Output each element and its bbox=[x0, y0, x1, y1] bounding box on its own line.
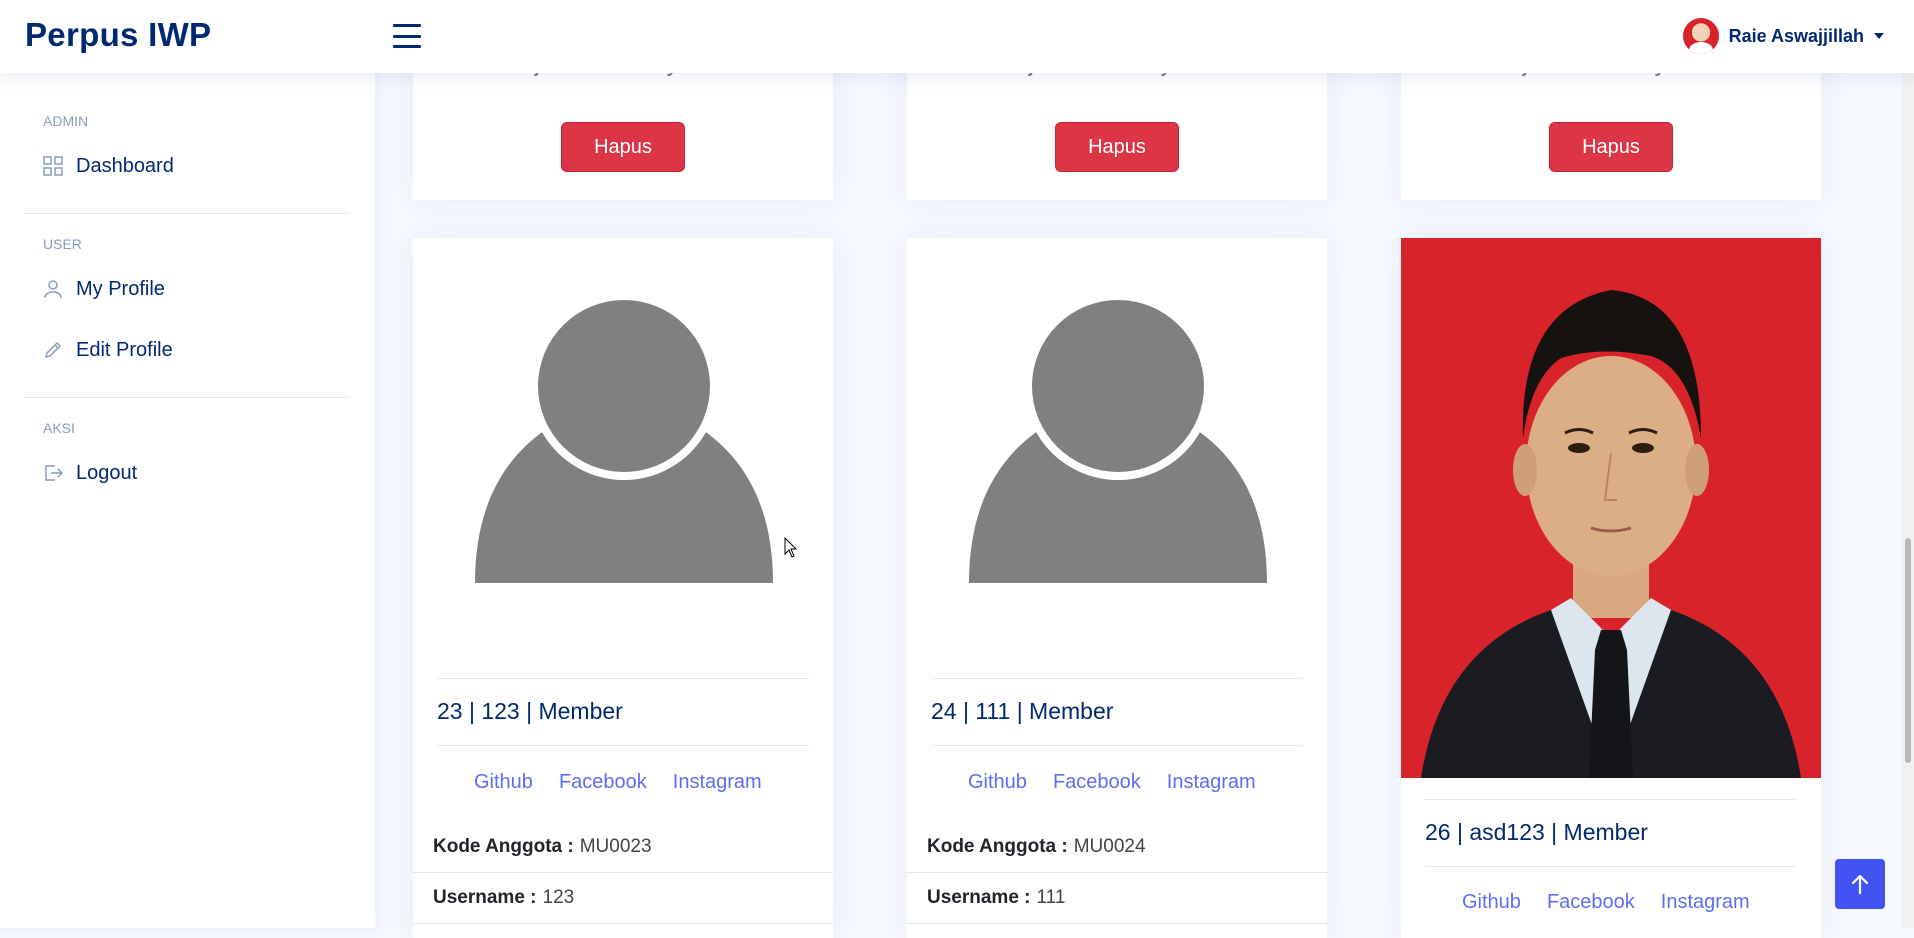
sidebar-item-label: Logout bbox=[76, 461, 138, 484]
member-card: 26 | asd123 | Member Github Facebook Ins… bbox=[1401, 238, 1821, 938]
github-link[interactable]: Github bbox=[968, 771, 1027, 794]
avatar bbox=[1682, 18, 1719, 54]
member-card-top-3: Member Sejak : 14 January 2023 Hapus bbox=[1401, 60, 1821, 200]
sidebar-item-label: My Profile bbox=[76, 277, 165, 300]
sidebar-item-my-profile[interactable]: My Profile bbox=[42, 272, 165, 306]
divider bbox=[25, 213, 350, 214]
member-title: 24 | 111 | Member bbox=[931, 698, 1114, 724]
sidebar-item-dashboard[interactable]: Dashboard bbox=[42, 149, 174, 183]
chevron-down-icon bbox=[1874, 33, 1884, 39]
member-photo bbox=[1401, 238, 1821, 778]
brand-logo[interactable]: Perpus IWP bbox=[25, 16, 211, 54]
user-menu[interactable]: Raie Aswajjillah bbox=[1682, 12, 1884, 60]
member-title: 23 | 123 | Member bbox=[437, 698, 623, 724]
nav-heading-aksi: AKSI bbox=[43, 420, 75, 436]
facebook-link[interactable]: Facebook bbox=[559, 771, 647, 794]
github-link[interactable]: Github bbox=[1462, 891, 1521, 914]
member-card: 23 | 123 | Member Github Facebook Instag… bbox=[413, 238, 833, 938]
scrollbar-thumb[interactable] bbox=[1905, 538, 1911, 763]
facebook-link[interactable]: Facebook bbox=[1053, 771, 1141, 794]
nav-heading-admin: ADMIN bbox=[43, 113, 89, 129]
logout-icon bbox=[42, 462, 64, 484]
person-icon bbox=[42, 278, 64, 300]
grid-icon bbox=[42, 155, 64, 177]
kode-anggota-label: Kode Anggota : bbox=[433, 836, 574, 857]
kode-anggota-row: Kode Anggota : MU0023 bbox=[413, 822, 833, 873]
instagram-link[interactable]: Instagram bbox=[1167, 771, 1256, 794]
header: Perpus IWP Raie Aswajjillah bbox=[0, 0, 1914, 73]
hamburger-icon-line bbox=[393, 24, 421, 27]
divider bbox=[931, 678, 1303, 679]
divider bbox=[437, 678, 809, 679]
social-links: Github Facebook Instagram bbox=[1462, 891, 1750, 914]
sidebar-toggle-button[interactable] bbox=[393, 24, 421, 48]
mouse-cursor-icon bbox=[784, 537, 798, 558]
kode-anggota-value: MU0023 bbox=[579, 836, 652, 857]
username-label: Username : bbox=[927, 887, 1031, 908]
sidebar-item-label: Dashboard bbox=[76, 154, 174, 177]
social-links: Github Facebook Instagram bbox=[474, 771, 762, 794]
instagram-link[interactable]: Instagram bbox=[673, 771, 762, 794]
divider bbox=[437, 745, 809, 746]
username-row: Username : 111 bbox=[907, 873, 1327, 924]
github-link[interactable]: Github bbox=[474, 771, 533, 794]
kode-anggota-value: MU0024 bbox=[1073, 836, 1146, 857]
divider bbox=[25, 397, 350, 398]
hapus-button[interactable]: Hapus bbox=[1549, 122, 1673, 172]
hapus-button[interactable]: Hapus bbox=[1055, 122, 1179, 172]
sidebar-item-logout[interactable]: Logout bbox=[42, 456, 137, 490]
divider bbox=[931, 745, 1303, 746]
default-avatar-icon bbox=[969, 300, 1267, 583]
username-row: Username : 123 bbox=[413, 873, 833, 924]
kode-anggota-row: Kode Anggota : MU0024 bbox=[907, 822, 1327, 873]
member-card-top-2: Member Sejak : 14 January 2023 Hapus bbox=[907, 60, 1327, 200]
hapus-button[interactable]: Hapus bbox=[561, 122, 685, 172]
sidebar-item-edit-profile[interactable]: Edit Profile bbox=[42, 333, 173, 367]
kode-anggota-label: Kode Anggota : bbox=[927, 836, 1068, 857]
username-label: Username : bbox=[433, 887, 537, 908]
sidebar: ADMIN Dashboard USER My Profile Edit Pro… bbox=[0, 73, 375, 928]
arrow-up-icon bbox=[1851, 874, 1869, 895]
member-title: 26 | asd123 | Member bbox=[1425, 819, 1648, 845]
instagram-link[interactable]: Instagram bbox=[1661, 891, 1750, 914]
scrollbar[interactable] bbox=[1902, 73, 1914, 928]
hamburger-icon-line bbox=[393, 45, 421, 48]
divider bbox=[1425, 866, 1797, 867]
nav-heading-user: USER bbox=[43, 236, 82, 252]
hamburger-icon-line bbox=[393, 34, 421, 38]
divider bbox=[1425, 799, 1797, 800]
username-value: 123 bbox=[542, 887, 575, 908]
pencil-icon bbox=[42, 339, 64, 361]
back-to-top-button[interactable] bbox=[1835, 859, 1885, 909]
social-links: Github Facebook Instagram bbox=[968, 771, 1256, 794]
default-avatar-icon bbox=[475, 300, 773, 583]
facebook-link[interactable]: Facebook bbox=[1547, 891, 1635, 914]
member-card-top-1: Member Sejak : 14 January 2023 Hapus bbox=[413, 60, 833, 200]
username-value: 111 bbox=[1036, 887, 1066, 908]
sidebar-item-label: Edit Profile bbox=[76, 338, 173, 361]
member-card: 24 | 111 | Member Github Facebook Instag… bbox=[907, 238, 1327, 938]
user-name: Raie Aswajjillah bbox=[1728, 25, 1864, 46]
